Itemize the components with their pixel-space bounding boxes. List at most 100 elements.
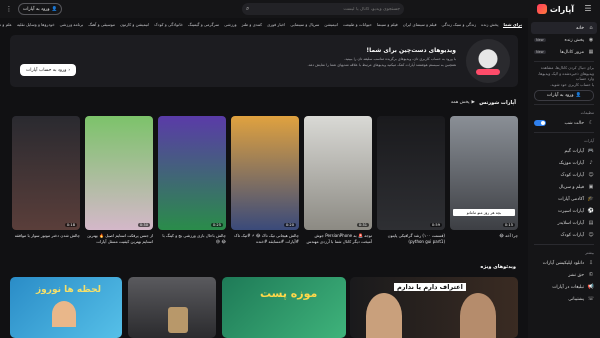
category-tab[interactable]: حیوانات و طبیعت	[343, 22, 372, 27]
sidebar-links: 🎮 آپارات گیم ♪ آپارات موزیک ☺ آپارات کودک ▣ فیل…	[528, 145, 600, 241]
sidebar-login-button[interactable]: 👤 ورود به آپارات	[534, 90, 594, 101]
sidebar-link[interactable]: ☺ آپارات کودک	[528, 169, 600, 181]
category-tab[interactable]: اخبار فوری	[267, 22, 285, 27]
dark-mode-toggle[interactable]	[534, 120, 546, 126]
category-tab[interactable]: موسیقی و آهنگ	[88, 22, 115, 27]
duration-badge: 0:31	[356, 223, 369, 227]
category-tab[interactable]: کمدی و طنز	[242, 22, 263, 27]
sidebar: ⌂ خانه ◉ پخش زنده New ▦ مرور کانال‌ها Ne…	[528, 18, 600, 338]
search-input[interactable]	[260, 6, 400, 12]
login-button[interactable]: 👤 ورود به آپارات	[18, 3, 63, 15]
category-tab[interactable]: زندگی و سبک زندگی	[441, 22, 476, 27]
duration-badge: 0:30	[137, 223, 150, 227]
short-video-card[interactable]: 0:30	[85, 116, 153, 230]
more-options-icon[interactable]: ⋮	[4, 3, 14, 15]
short-video-title[interactable]: از جنس پرفکت استایم اصیل 🔥 بهترین استایم…	[85, 233, 153, 255]
category-tab[interactable]: خودروها و وسایل نقلیه	[17, 22, 55, 27]
channels-icon: ▦	[588, 49, 594, 55]
sidebar-link-label: دانلود اپلیکیشن آپارات	[542, 260, 584, 266]
sidebar-link-label: آپارات کودک	[560, 172, 584, 178]
sidebar-item-channels[interactable]: ▦ مرور کانال‌ها New	[528, 46, 600, 58]
category-tab[interactable]: ورزشی	[224, 22, 236, 27]
top-bar: ☰ آپارات ⌕ 👤 ورود به آپارات ⋮	[0, 0, 600, 18]
app-icon: ▣	[588, 184, 594, 190]
search-icon[interactable]: ⌕	[246, 5, 249, 13]
logo[interactable]: آپارات	[536, 4, 574, 14]
more-header: بیشتر	[585, 250, 594, 255]
sidebar-info-line: یا حساب کاربری خود شوید.	[550, 81, 594, 87]
sidebar-link[interactable]: ▤ آپارات اسلایدر	[528, 217, 600, 229]
app-icon: ♪	[589, 160, 593, 166]
sidebar-item-live[interactable]: ◉ پخش زنده New	[528, 34, 600, 46]
play-all-label: پخش همه	[450, 100, 470, 105]
sidebar-link[interactable]: ⇩ دانلود اپلیکیشن آپارات	[528, 257, 600, 269]
category-tab[interactable]: فیلم و سینما	[377, 22, 398, 27]
duration-badge: 0:25	[210, 223, 223, 227]
link-icon: ☏	[587, 296, 594, 302]
video-card[interactable]: موزه پست	[222, 277, 346, 338]
short-video-title[interactable]: چرا آخه 😂	[450, 233, 518, 255]
sidebar-link[interactable]: ▣ فیلم و سریال	[528, 181, 600, 193]
recommended-title: ویدئوهای ویژه	[480, 264, 516, 270]
short-video-title[interactable]: چالش شدن دختر موتور سوار با موافقه	[12, 233, 80, 255]
divider	[534, 132, 594, 133]
sidebar-link[interactable]: 🎮 آپارات گیم	[528, 145, 600, 157]
category-tab[interactable]: برنامه ورزشی	[60, 22, 84, 27]
banner-title: ویدیوهای دست‌چین برای شما!	[366, 47, 456, 54]
sidebar-link-label: تبلیغات در آپارات	[552, 284, 584, 290]
short-video-title[interactable]: توجه 🚨 به PersianPhone جوش آمیخت دیگر کا…	[304, 233, 372, 255]
short-video-card[interactable]: 0:25	[158, 116, 226, 230]
sidebar-item-home[interactable]: ⌂ خانه	[531, 22, 597, 34]
sidebar-link[interactable]: ⚽ آپارات اسپرت	[528, 205, 600, 217]
shorts-title: آپارات شورتس	[479, 100, 516, 106]
aparat-header: آپارات	[584, 138, 594, 143]
video-card[interactable]: اعتراف دارم یا ندارم	[350, 277, 518, 338]
new-badge: New	[534, 38, 546, 42]
short-video-card[interactable]: 0:20	[231, 116, 299, 230]
category-tab[interactable]: سریال و سینمایی	[290, 22, 319, 27]
sidebar-link[interactable]: ☏ پشتیبانی	[528, 293, 600, 305]
video-card[interactable]: لحظه ها نوروز	[10, 277, 122, 338]
short-video-title[interactable]: چالش باحال بازی ورزشی بچ و کینگ با 😂 😅	[158, 233, 226, 255]
banner-login-button[interactable]: ‹ ورود به حساب آپارات	[20, 64, 77, 76]
category-tab[interactable]: انیمیشن و کارتون	[120, 22, 149, 27]
duration-badge: 0:20	[283, 223, 296, 227]
app-icon: 🎮	[587, 148, 594, 154]
video-thumbnail-text: اعتراف دارم یا ندارم	[394, 283, 466, 291]
category-tab[interactable]: علم و تکنولوژی	[0, 22, 12, 27]
category-tab[interactable]: خانوادگی و کودک	[154, 22, 183, 27]
sidebar-link[interactable]: 🎓 آکادمی آپارات	[528, 193, 600, 205]
sidebar-link[interactable]: ♪ آپارات موزیک	[528, 157, 600, 169]
play-all-button[interactable]: ▶ پخش همه	[451, 100, 475, 105]
sidebar-link-label: حق نشر	[568, 272, 584, 278]
top-actions: 👤 ورود به آپارات ⋮	[4, 3, 63, 15]
sidebar-link-label: پشتیبانی	[568, 296, 584, 302]
sidebar-link-label: فیلم و سریال	[558, 184, 584, 190]
short-video-title[interactable]: (قسمت ۱۰۰) رشد گرافیکی پایتون (python gu…	[377, 233, 445, 255]
menu-icon[interactable]: ☰	[584, 5, 592, 13]
video-card[interactable]	[128, 277, 216, 338]
category-tab[interactable]: برای شما	[503, 22, 522, 28]
short-video-title[interactable]: چالش هیجانی تیک تاک 😂 ⚡ #تیک تاک #آپارات…	[231, 233, 299, 255]
settings-header: تنظیمات	[580, 110, 594, 115]
search-box[interactable]: ⌕	[242, 3, 404, 15]
sidebar-link[interactable]: 📢 تبلیغات در آپارات	[528, 281, 600, 293]
category-tab[interactable]: پخش زنده	[481, 22, 498, 27]
category-tab[interactable]: فیلم و سینمای ایران	[403, 22, 437, 27]
short-video-card[interactable]: 0:18	[12, 116, 80, 230]
short-video-card[interactable]: 0:59	[377, 116, 445, 230]
app-icon: ⚽	[587, 208, 594, 214]
sidebar-link-label: آپارات اسپرت	[557, 208, 584, 214]
thumbnail-caption: بچه هر روز منو ماماتو	[453, 209, 515, 216]
link-icon: ©	[588, 272, 594, 278]
category-tab[interactable]: سرگرمی و گیمینگ	[188, 22, 219, 27]
dark-mode-item[interactable]: ☾ حالت شب	[528, 117, 600, 129]
category-tab[interactable]: انیمیشن	[324, 22, 338, 27]
login-label: ورود به آپارات	[546, 93, 574, 98]
live-icon: ◉	[588, 37, 594, 43]
user-icon: 👤	[51, 6, 58, 12]
sidebar-link[interactable]: © حق نشر	[528, 269, 600, 281]
short-video-card[interactable]: 0:31	[304, 116, 372, 230]
short-video-card[interactable]: 0:15 بچه هر روز منو ماماتو	[450, 116, 518, 230]
sidebar-link[interactable]: ☺ آپارات کودک	[528, 229, 600, 241]
